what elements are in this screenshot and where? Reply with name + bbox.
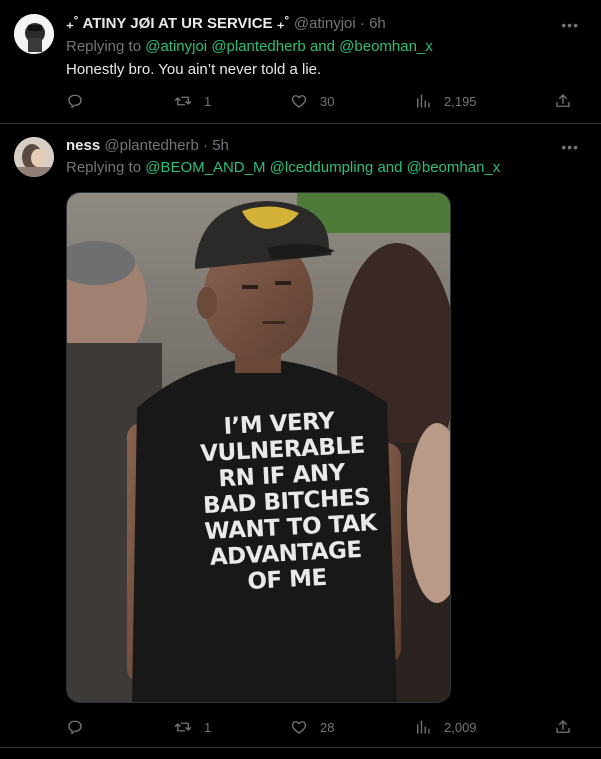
tweet: ness @plantedherb · 5h ••• Replying to @… (0, 124, 601, 748)
tweet-header: ness @plantedherb · 5h (66, 136, 551, 156)
retweet-button[interactable]: 1 (174, 716, 211, 738)
timestamp[interactable]: 6h (369, 15, 386, 32)
mention-link[interactable]: @beomhan_x (339, 38, 433, 55)
separator-dot: · (203, 137, 209, 154)
mention-link[interactable]: @plantedherb (211, 38, 305, 55)
handle[interactable]: @atinyjoi (294, 15, 356, 32)
separator-dot: · (359, 15, 365, 32)
like-button[interactable]: 28 (290, 716, 334, 738)
views-count: 2,009 (444, 719, 477, 735)
like-icon (291, 95, 307, 108)
handle[interactable]: @plantedherb (104, 137, 198, 154)
reply-icon (68, 94, 82, 109)
retweet-count: 1 (204, 719, 212, 735)
reply-button[interactable] (66, 716, 84, 738)
mention-link[interactable]: @lceddumpling (270, 159, 374, 176)
avatar[interactable] (14, 137, 54, 177)
tweet-photo[interactable]: I’M VERY VULNERABLE RN IF ANY BAD BITCHE… (66, 192, 451, 703)
tweet-header: ₊˚ ATINY JØI AT UR SERVICE ₊˚ @atinyjoi … (66, 14, 551, 34)
share-icon (556, 720, 570, 733)
like-count: 28 (320, 719, 335, 735)
like-count: 30 (320, 93, 335, 109)
share-button[interactable] (554, 90, 572, 112)
views-button[interactable]: 2,195 (414, 90, 477, 112)
retweet-button[interactable]: 1 (174, 90, 211, 112)
timestamp[interactable]: 5h (212, 137, 229, 154)
more-icon[interactable]: ••• (561, 140, 579, 154)
share-icon (556, 94, 570, 107)
mention-link[interactable]: @beomhan_x (407, 159, 501, 176)
mention-and[interactable]: and (377, 159, 402, 176)
share-button[interactable] (554, 716, 572, 738)
views-count: 2,195 (444, 93, 477, 109)
mention-link[interactable]: @atinyjoi (145, 38, 207, 55)
replying-to: Replying to @atinyjoi @plantedherb and @… (66, 37, 433, 57)
like-icon (291, 721, 307, 734)
tweet-text: Honestly bro. You ain’t never told a lie… (66, 61, 322, 78)
retweet-count: 1 (204, 93, 212, 109)
tweet: ₊˚ ATINY JØI AT UR SERVICE ₊˚ @atinyjoi … (0, 0, 601, 124)
replying-label: Replying to (66, 159, 142, 176)
mention-link[interactable]: @BEOM_AND_M (145, 159, 265, 176)
tweet-actions: 1 30 2,195 (66, 90, 586, 112)
display-name[interactable]: ₊˚ ATINY JØI AT UR SERVICE ₊˚ (66, 15, 290, 32)
more-icon[interactable]: ••• (561, 18, 579, 32)
like-button[interactable]: 30 (290, 90, 334, 112)
retweet-icon (174, 722, 192, 732)
reply-icon (68, 720, 82, 735)
avatar[interactable] (14, 14, 54, 54)
mention-and[interactable]: and (310, 38, 335, 55)
views-icon (417, 94, 430, 108)
retweet-icon (174, 96, 192, 106)
shirt-text: I’M VERY VULNERABLE RN IF ANY BAD BITCHE… (198, 407, 378, 597)
tweet-actions: 1 28 2,009 (66, 716, 586, 738)
replying-to: Replying to @BEOM_AND_M @lceddumpling an… (66, 158, 500, 178)
views-icon (417, 720, 430, 734)
views-button[interactable]: 2,009 (414, 716, 477, 738)
replying-label: Replying to (66, 38, 142, 55)
display-name[interactable]: ness (66, 137, 100, 154)
reply-button[interactable] (66, 90, 84, 112)
